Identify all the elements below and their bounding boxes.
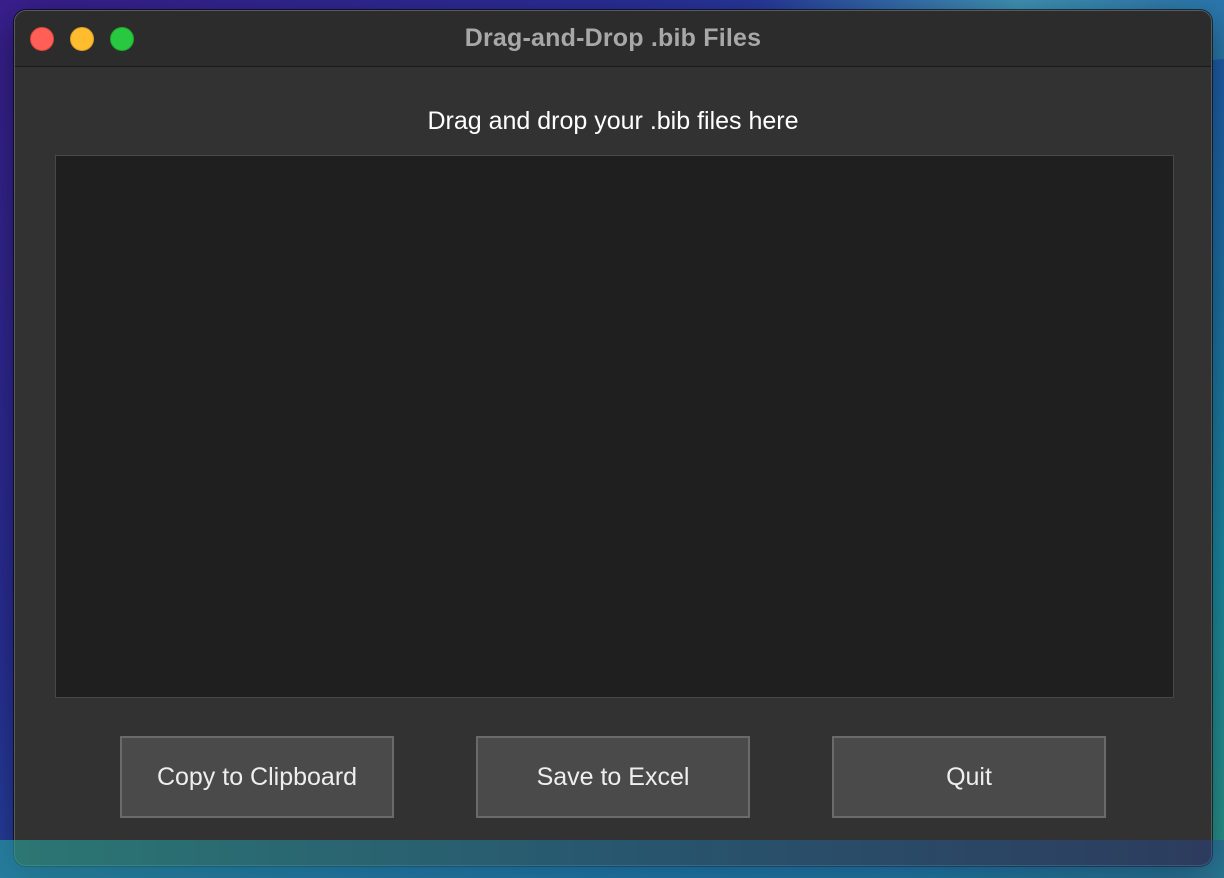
drop-instruction-label: Drag and drop your .bib files here bbox=[427, 107, 799, 135]
app-window: Drag-and-Drop .bib Files Drag and drop y… bbox=[14, 10, 1212, 866]
quit-button[interactable]: Quit bbox=[832, 736, 1106, 818]
desktop-background: Drag-and-Drop .bib Files Drag and drop y… bbox=[0, 0, 1224, 878]
title-bar[interactable]: Drag-and-Drop .bib Files bbox=[15, 11, 1211, 67]
save-to-excel-button[interactable]: Save to Excel bbox=[476, 736, 750, 818]
window-title: Drag-and-Drop .bib Files bbox=[464, 24, 762, 52]
copy-to-clipboard-button[interactable]: Copy to Clipboard bbox=[120, 736, 394, 818]
drop-zone[interactable] bbox=[55, 155, 1174, 698]
